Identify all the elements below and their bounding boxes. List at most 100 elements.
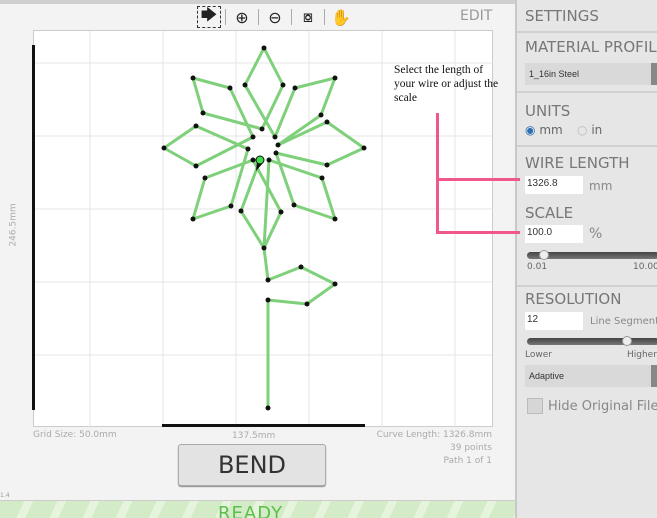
path-point [202,175,208,181]
edit-mode-label[interactable]: EDIT [460,8,492,24]
wire-segment [162,146,198,168]
dropdown-grip-icon [651,63,657,85]
path-point [304,301,310,307]
settings-title: SETTINGS [525,7,599,25]
resolution-slider-knob[interactable] [622,336,633,346]
wire-segment [320,176,337,221]
zoom-fit-icon[interactable]: ⧇ [296,6,320,28]
path-point [280,82,286,88]
divider [324,9,325,25]
path-point [291,202,297,208]
path-point [278,209,284,215]
material-profile-value: 1_16in Steel [529,69,580,79]
wire-segment [292,203,337,221]
path-index: Path 1 of 1 [443,456,492,466]
annotation-arrow-scale [436,231,520,234]
wire-segment [201,111,264,131]
settings-sidebar: SETTINGS MATERIAL PROFILE 1_16in Steel U… [515,0,657,518]
wire-segment [274,151,296,207]
hide-original-label: Hide Original File [548,399,657,414]
hide-original-checkbox[interactable] [527,398,543,414]
resolution-mode-value: Adaptive [529,371,565,381]
select-tool-icon[interactable]: 🡆 [197,5,221,28]
height-ruler [32,45,35,410]
path-point [238,208,244,214]
path-point [261,45,267,51]
path-point [265,405,271,411]
divider [225,9,226,25]
path-point [292,85,298,91]
path-point [319,175,325,181]
start-point-marker [255,155,265,165]
wire-length-input[interactable]: 1326.8 [525,176,583,194]
wire-segment [191,176,207,221]
scale-label: SCALE [525,204,574,222]
wire-segment [266,265,303,282]
path-point [245,146,251,152]
divider [258,9,259,25]
unit-in-radio[interactable]: ○ in [577,123,602,137]
status-bar: READY [0,500,515,518]
dropdown-grip-icon [651,365,657,387]
path-point [318,112,324,118]
path-point [190,216,196,222]
path-point [332,281,338,287]
units-label: UNITS [525,102,571,120]
toolbar: 🡆 ⊕ ⊖ ⧇ ✋ [197,5,353,29]
zoom-out-icon[interactable]: ⊖ [263,6,287,28]
path-point [273,150,279,156]
path-point [265,277,271,283]
divider [291,9,292,25]
radio-unselected-icon: ○ [577,123,588,137]
wire-segment [262,158,271,250]
path-point [193,123,199,129]
path-point [193,163,199,169]
height-label: 246.5mm [8,203,19,247]
wire-segment [162,124,198,150]
path-point [261,245,267,251]
zoom-in-icon[interactable]: ⊕ [230,6,254,28]
scale-slider[interactable] [527,250,657,260]
wire-segment [276,120,329,147]
path-point [227,85,233,91]
path-point [259,126,265,132]
wire-segment [266,298,309,306]
resolution-higher-label: Higher [627,350,657,360]
scale-min-label: 0.01 [527,262,548,272]
grid-size-label: Grid Size: 50.0mm [33,430,117,440]
path-point [242,82,248,88]
wire-segment [305,282,337,306]
bend-button[interactable]: BEND [178,444,326,486]
wire-segment [325,120,366,150]
path-point [324,162,330,168]
unit-mm-radio[interactable]: ◉ mm [525,123,563,137]
resolution-input[interactable]: 12 [525,312,583,330]
width-ruler [162,424,365,427]
path-point [228,203,234,209]
path-point [324,119,330,125]
path-point [200,110,206,116]
status-text: READY [218,503,284,518]
scale-slider-knob[interactable] [539,250,550,260]
path-point [250,134,256,140]
resolution-slider[interactable] [527,336,657,346]
scale-input[interactable]: 100.0 [525,225,583,243]
unit-in-label: in [591,123,603,137]
wire-segment [274,151,329,167]
path-point [272,134,278,140]
wire-segment [325,146,366,167]
wire-segment [262,246,270,282]
path-point [190,75,196,81]
annotation-bracket-vertical [436,113,439,234]
path-point [265,297,271,303]
path-point [332,75,338,81]
wire-segment [191,76,232,90]
pan-hand-icon[interactable]: ✋ [329,6,353,28]
path-point [266,157,272,163]
width-label: 137.5mm [232,431,276,441]
material-profile-select[interactable]: 1_16in Steel [525,63,657,85]
wire-segment [239,209,266,250]
path-point [161,145,167,151]
annotation-arrow-wire-length [436,178,520,181]
resolution-mode-select[interactable]: Adaptive [525,365,657,387]
